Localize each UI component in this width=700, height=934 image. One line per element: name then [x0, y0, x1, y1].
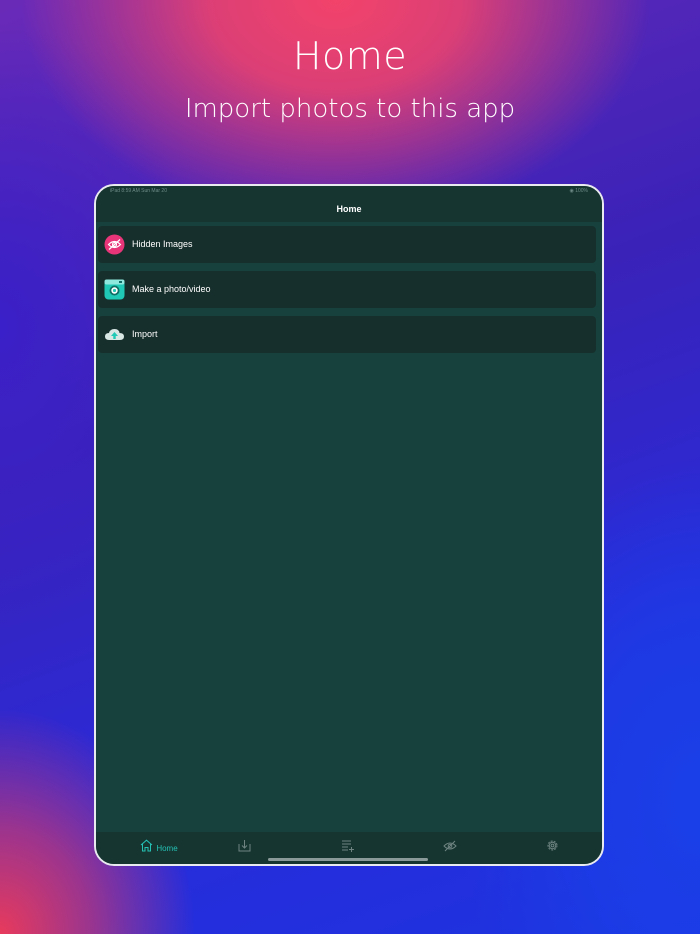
menu-item-label: Import: [132, 329, 158, 339]
gear-icon: [546, 839, 559, 857]
status-battery: ◉ 100%: [569, 188, 588, 194]
eye-off-icon: [443, 839, 457, 857]
status-time: iPad 8:59 AM Sun Mar 20: [110, 188, 167, 194]
menu-item-hidden-images[interactable]: Hidden Images: [98, 226, 596, 263]
menu-item-make-photo-video[interactable]: Make a photo/video: [98, 271, 596, 308]
menu-item-import[interactable]: Import: [98, 316, 596, 353]
tab-downloads[interactable]: [234, 838, 254, 858]
camera-icon: [104, 279, 125, 300]
status-bar: iPad 8:59 AM Sun Mar 20 ◉ 100%: [96, 186, 602, 196]
promo-subtitle: Import photos to this app: [184, 94, 516, 124]
home-menu: Hidden Images Make a photo/video Import: [98, 226, 596, 361]
device-frame: iPad 8:59 AM Sun Mar 20 ◉ 100% Home Hidd…: [94, 184, 604, 866]
navigation-bar: Home: [96, 196, 602, 222]
hidden-eye-icon: [104, 234, 125, 255]
cloud-upload-icon: [104, 324, 125, 345]
tab-home-label: Home: [156, 843, 178, 853]
tab-hidden[interactable]: [440, 838, 460, 858]
wifi-icon: ◉: [569, 188, 574, 194]
page-title: Home: [336, 204, 362, 214]
tab-bar: Home: [96, 832, 602, 864]
home-indicator: [268, 858, 428, 861]
menu-item-label: Make a photo/video: [132, 284, 211, 294]
tab-playlist[interactable]: [338, 838, 358, 858]
menu-item-label: Hidden Images: [132, 239, 193, 249]
battery-label: 100%: [575, 188, 588, 194]
home-icon: [140, 839, 153, 857]
promo-title: Home: [292, 34, 408, 78]
playlist-add-icon: [341, 839, 355, 857]
tab-home[interactable]: Home: [124, 838, 194, 858]
download-icon: [238, 839, 251, 857]
tab-settings[interactable]: [542, 838, 562, 858]
